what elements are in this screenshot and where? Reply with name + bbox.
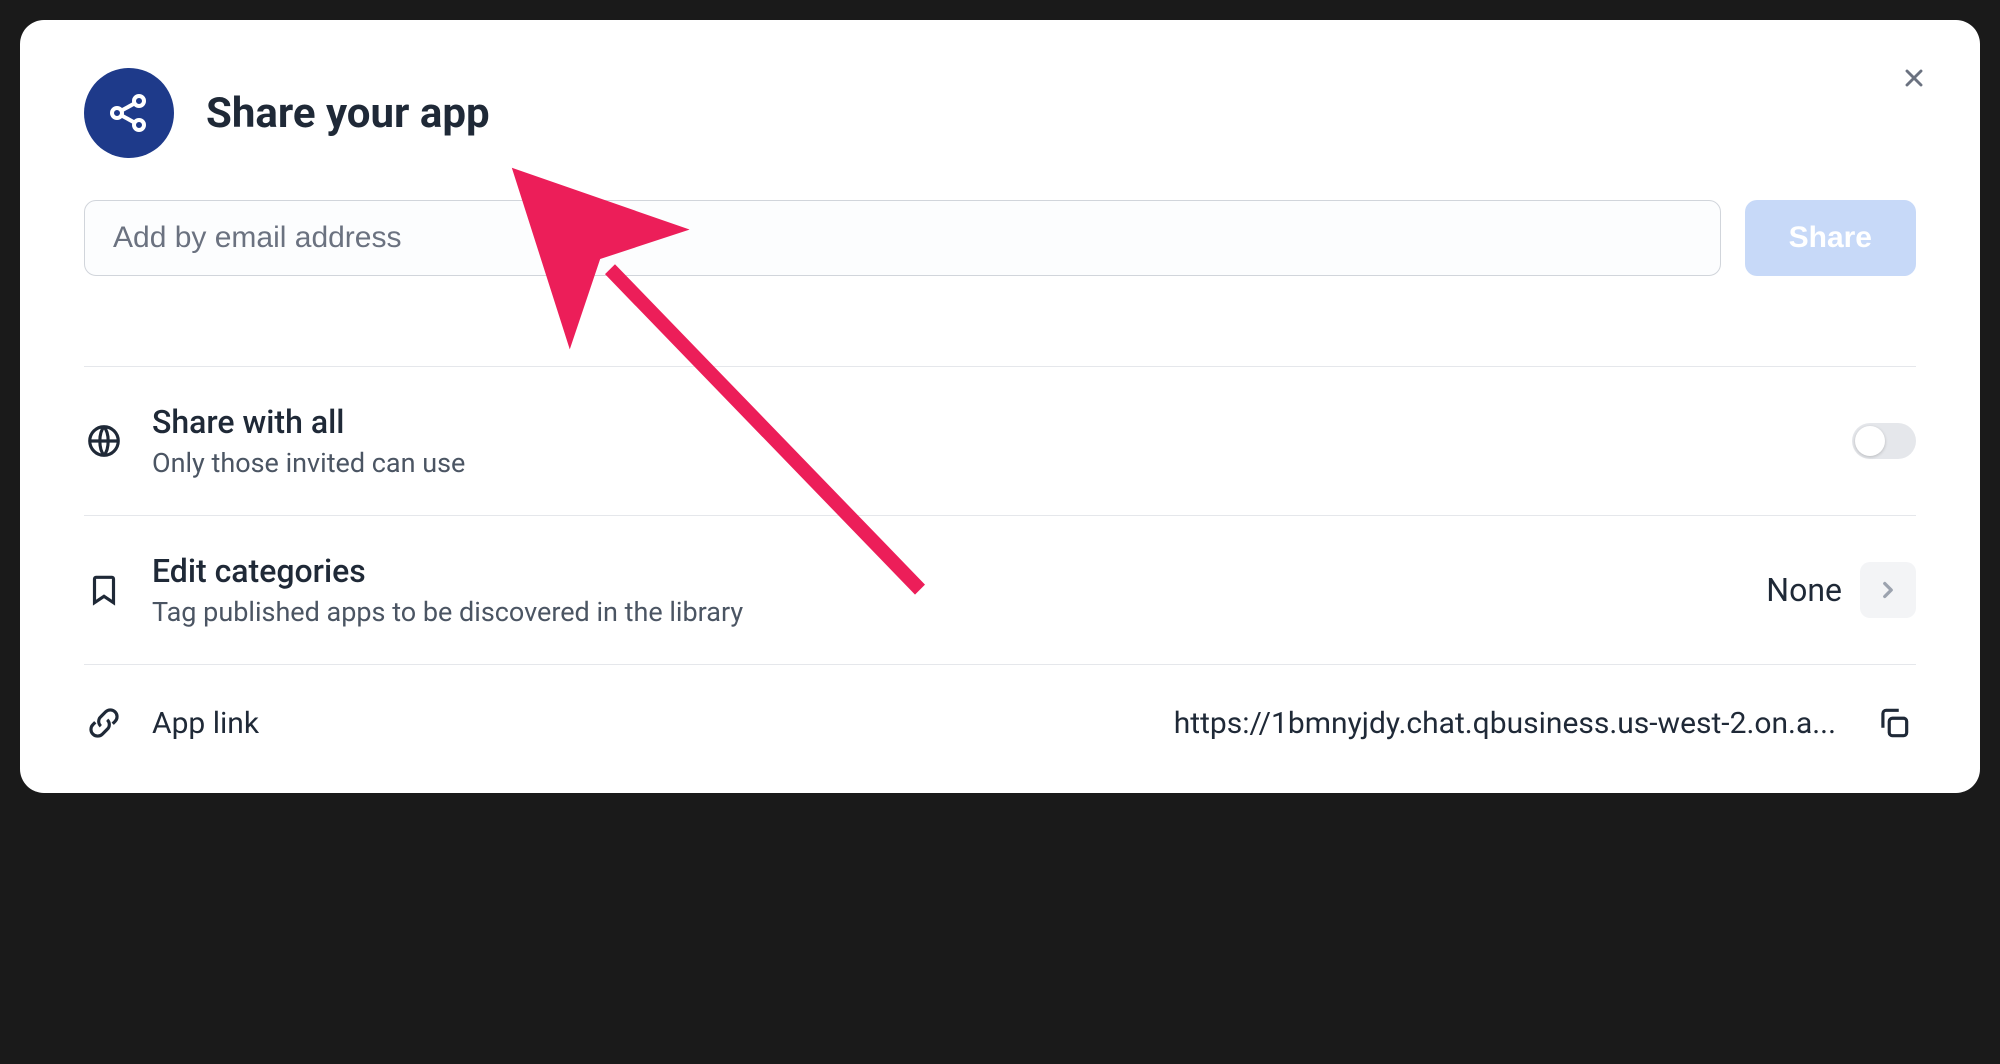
categories-right: None (1766, 562, 1916, 618)
email-input[interactable] (84, 200, 1721, 276)
copy-link-button[interactable] (1872, 701, 1916, 745)
share-with-all-text: Share with all Only those invited can us… (152, 403, 1824, 479)
edit-categories-title: Edit categories (152, 552, 1738, 590)
edit-categories-row[interactable]: Edit categories Tag published apps to be… (84, 515, 1916, 664)
share-with-all-subtitle: Only those invited can use (152, 447, 1824, 479)
app-link-row: App link https://1bmnyjdy.chat.qbusiness… (84, 664, 1916, 745)
categories-value: None (1766, 571, 1842, 609)
share-icon (105, 89, 153, 137)
edit-categories-subtitle: Tag published apps to be discovered in t… (152, 596, 1738, 628)
email-share-row: Share (84, 200, 1916, 276)
categories-chevron-button[interactable] (1860, 562, 1916, 618)
share-button[interactable]: Share (1745, 200, 1916, 276)
share-with-all-row: Share with all Only those invited can us… (84, 366, 1916, 515)
modal-header: Share your app (84, 68, 1916, 158)
app-link-url: https://1bmnyjdy.chat.qbusiness.us-west-… (287, 706, 1844, 741)
share-app-modal: Share your app Share Share with all Only… (20, 20, 1980, 793)
share-with-all-toggle[interactable] (1852, 423, 1916, 459)
share-with-all-title: Share with all (152, 403, 1824, 441)
edit-categories-text: Edit categories Tag published apps to be… (152, 552, 1738, 628)
close-button[interactable] (1896, 60, 1932, 96)
toggle-knob (1855, 426, 1885, 456)
share-icon-badge (84, 68, 174, 158)
globe-icon (84, 421, 124, 461)
close-icon (1900, 64, 1928, 92)
link-icon (84, 703, 124, 743)
chevron-right-icon (1875, 577, 1901, 603)
copy-icon (1875, 704, 1913, 742)
modal-title: Share your app (206, 89, 490, 138)
bookmark-icon (84, 570, 124, 610)
app-link-label: App link (152, 706, 259, 741)
